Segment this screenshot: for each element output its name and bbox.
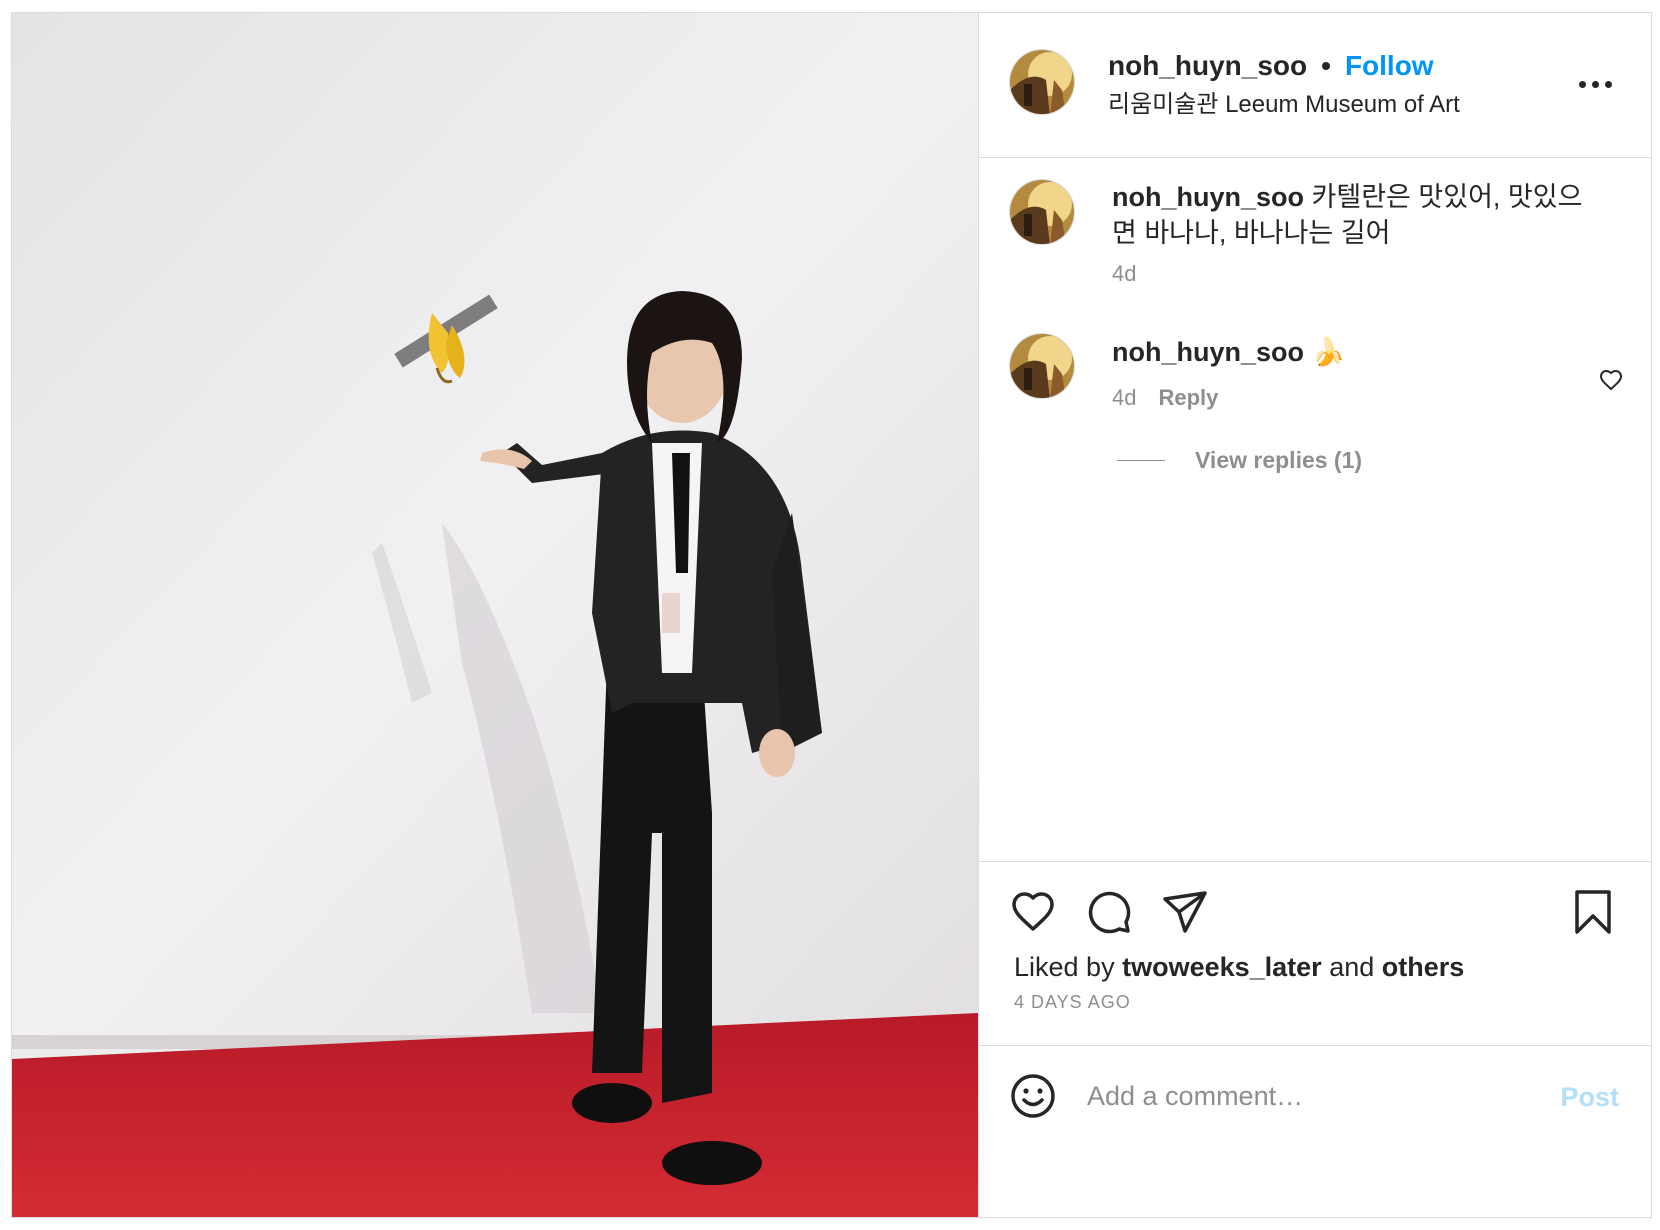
post-media[interactable] xyxy=(12,13,978,1217)
separator-dot: • xyxy=(1321,50,1331,81)
replies-line xyxy=(1117,460,1165,461)
likes-others[interactable]: others xyxy=(1382,952,1465,982)
comment-text: 🍌 xyxy=(1311,337,1346,367)
author-username[interactable]: noh_huyn_soo xyxy=(1108,50,1307,81)
comment-avatar[interactable] xyxy=(1009,333,1075,399)
avatar[interactable] xyxy=(1009,49,1075,115)
post-button[interactable]: Post xyxy=(1560,1082,1619,1113)
post-side-panel: noh_huyn_soo • Follow 리움미술관 Leeum Museum o… xyxy=(978,13,1651,1217)
comment: noh_huyn_soo 🍌 xyxy=(1112,334,1592,370)
heart-icon[interactable] xyxy=(1009,888,1057,936)
caption-age: 4d xyxy=(1112,261,1137,286)
bookmark-icon[interactable] xyxy=(1569,888,1617,936)
comment-meta: 4d Reply xyxy=(1112,385,1218,411)
post-modal: noh_huyn_soo • Follow 리움미술관 Leeum Museum o… xyxy=(11,12,1652,1218)
share-icon[interactable] xyxy=(1161,888,1209,936)
post-actions: Liked by twoweeks_later and others 4 DAY… xyxy=(979,861,1651,1046)
more-icon[interactable] xyxy=(1579,79,1613,89)
likes-conjunction: and xyxy=(1329,952,1375,982)
wall xyxy=(12,13,978,1043)
follow-button[interactable]: Follow xyxy=(1345,50,1434,81)
caption: noh_huyn_soo 카텔란은 맛있어, 맛있으면 바나나, 바나나는 길어 xyxy=(1112,179,1592,251)
small-heart-icon[interactable] xyxy=(1599,368,1623,392)
view-replies-button[interactable]: View replies (1) xyxy=(1117,447,1362,474)
likes-summary: Liked by twoweeks_later and others xyxy=(1014,950,1464,984)
post-header: noh_huyn_soo • Follow 리움미술관 Leeum Museum o… xyxy=(979,13,1651,158)
author-line: noh_huyn_soo • Follow xyxy=(1108,49,1434,83)
view-replies-label: View replies (1) xyxy=(1195,447,1363,473)
comment-composer: Post xyxy=(979,1045,1651,1218)
likes-user[interactable]: twoweeks_later xyxy=(1122,952,1322,982)
post-timestamp[interactable]: 4 DAYS AGO xyxy=(1014,992,1131,1013)
comment-username[interactable]: noh_huyn_soo xyxy=(1112,337,1304,367)
likes-prefix: Liked by xyxy=(1014,952,1115,982)
reply-button[interactable]: Reply xyxy=(1158,385,1218,410)
emoji-icon[interactable] xyxy=(1009,1072,1057,1120)
comment-input[interactable] xyxy=(1087,1074,1507,1118)
location-link[interactable]: 리움미술관 Leeum Museum of Art xyxy=(1108,90,1460,120)
post-photo xyxy=(12,13,978,1217)
caption-username[interactable]: noh_huyn_soo xyxy=(1112,182,1304,212)
comment-age: 4d xyxy=(1112,385,1137,410)
comment-icon[interactable] xyxy=(1085,888,1133,936)
caption-avatar[interactable] xyxy=(1009,179,1075,245)
